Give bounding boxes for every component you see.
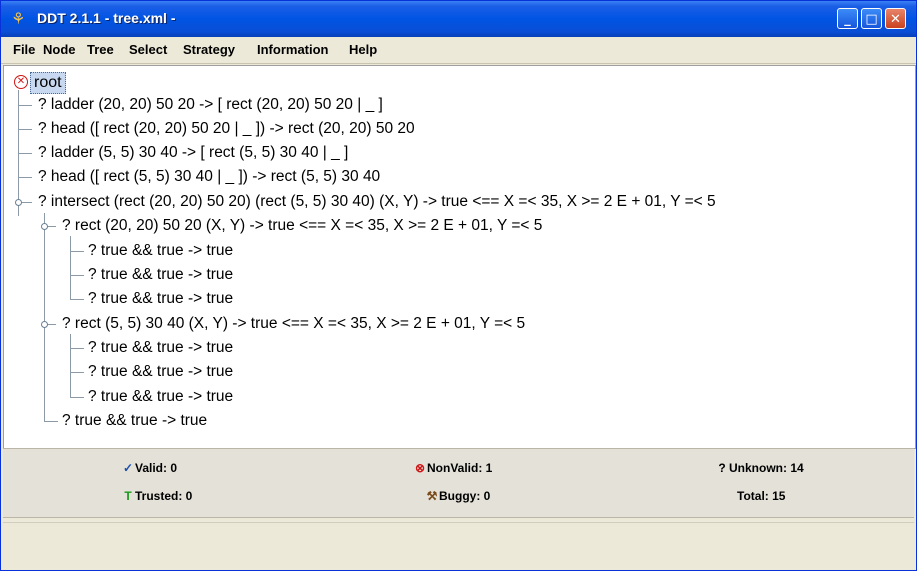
tree-connector: [18, 105, 32, 106]
total-count: Total: 15: [737, 487, 785, 505]
tree-node[interactable]: ? ladder (5, 5) 30 40 -> [ rect (5, 5) 3…: [38, 142, 348, 164]
debug-tree[interactable]: ✕ root ? ladder (20, 20) 50 20 -> [ rect…: [3, 65, 916, 449]
tree-connector: [70, 251, 84, 252]
nonvalid-count: ⊗ NonValid: 1: [413, 459, 492, 477]
trusted-label: Trusted: 0: [135, 489, 193, 503]
tree-node[interactable]: ? true && true -> true: [88, 361, 233, 383]
menu-help[interactable]: Help: [349, 42, 377, 57]
tree-node[interactable]: ? true && true -> true: [88, 386, 233, 408]
title-bar[interactable]: ⚘ DDT 2.1.1 - tree.xml - _ □ ✕: [1, 1, 916, 37]
tree-connector: [44, 213, 45, 422]
tree-connector: [18, 177, 32, 178]
app-window: ⚘ DDT 2.1.1 - tree.xml - _ □ ✕ File Node…: [0, 0, 917, 571]
menu-node[interactable]: Node: [43, 42, 76, 57]
tree-node[interactable]: ? ladder (20, 20) 50 20 -> [ rect (20, 2…: [38, 94, 383, 116]
status-bar: [3, 522, 914, 567]
window-title: DDT 2.1.1 - tree.xml -: [37, 10, 176, 26]
stats-panel: ✓ Valid: 0 ⊗ NonValid: 1 ? Unknown: 14 T Tru…: [3, 448, 914, 518]
unknown-label: Unknown: 14: [729, 461, 804, 475]
trusted-count: T Trusted: 0: [121, 487, 192, 505]
menu-tree[interactable]: Tree: [87, 42, 114, 57]
minimize-button[interactable]: _: [837, 8, 858, 29]
tree-node[interactable]: ? true && true -> true: [88, 288, 233, 310]
expand-toggle[interactable]: [15, 199, 22, 206]
tree-connector: [70, 397, 84, 398]
tree-connector: [70, 372, 84, 373]
close-button[interactable]: ✕: [885, 8, 906, 29]
tree-connector: [70, 275, 84, 276]
expand-toggle[interactable]: [41, 223, 48, 230]
tree-node[interactable]: ? intersect (rect (20, 20) 50 20) (rect …: [38, 191, 716, 213]
expand-toggle[interactable]: [41, 321, 48, 328]
trusted-t-icon: T: [124, 489, 132, 503]
valid-check-icon: ✓: [122, 461, 134, 475]
tree-node[interactable]: ? true && true -> true: [62, 410, 207, 432]
maximize-button[interactable]: □: [861, 8, 882, 29]
tree-connector: [18, 153, 32, 154]
tree-node[interactable]: ? rect (5, 5) 30 40 (X, Y) -> true <== X…: [62, 313, 525, 335]
buggy-count: ⚒ Buggy: 0: [425, 487, 491, 505]
tree-node[interactable]: ? true && true -> true: [88, 240, 233, 262]
tree-node[interactable]: ? true && true -> true: [88, 337, 233, 359]
valid-count: ✓ Valid: 0: [121, 459, 177, 477]
valid-label: Valid: 0: [135, 461, 178, 475]
tree-node[interactable]: ? rect (20, 20) 50 20 (X, Y) -> true <==…: [62, 215, 542, 237]
tree-connector: [70, 299, 84, 300]
tree-node[interactable]: ? true && true -> true: [88, 264, 233, 286]
menu-select[interactable]: Select: [129, 42, 167, 57]
nonvalid-icon: ✕: [14, 75, 28, 89]
tree-node[interactable]: ? head ([ rect (20, 20) 50 20 | _ ]) -> …: [38, 118, 415, 140]
tree-connector: [18, 129, 32, 130]
menu-strategy[interactable]: Strategy: [183, 42, 235, 57]
menu-bar: File Node Tree Select Strategy Informati…: [1, 37, 916, 64]
bug-hammer-icon: ⚒: [426, 489, 438, 503]
tree-connector: [70, 348, 84, 349]
unknown-count: ? Unknown: 14: [715, 459, 804, 477]
total-label: Total: 15: [737, 489, 786, 503]
nonvalid-label: NonValid: 1: [427, 461, 493, 475]
tree-root[interactable]: root: [30, 72, 66, 94]
menu-information[interactable]: Information: [257, 42, 329, 57]
tree-connector: [44, 421, 58, 422]
nonvalid-x-icon: ⊗: [414, 461, 426, 475]
tree-connector: [70, 236, 71, 300]
question-icon: ?: [718, 461, 726, 475]
menu-file[interactable]: File: [13, 42, 35, 57]
app-icon: ⚘: [11, 9, 26, 28]
tree-connector: [70, 334, 71, 398]
buggy-label: Buggy: 0: [439, 489, 491, 503]
tree-node[interactable]: ? head ([ rect (5, 5) 30 40 | _ ]) -> re…: [38, 166, 380, 188]
